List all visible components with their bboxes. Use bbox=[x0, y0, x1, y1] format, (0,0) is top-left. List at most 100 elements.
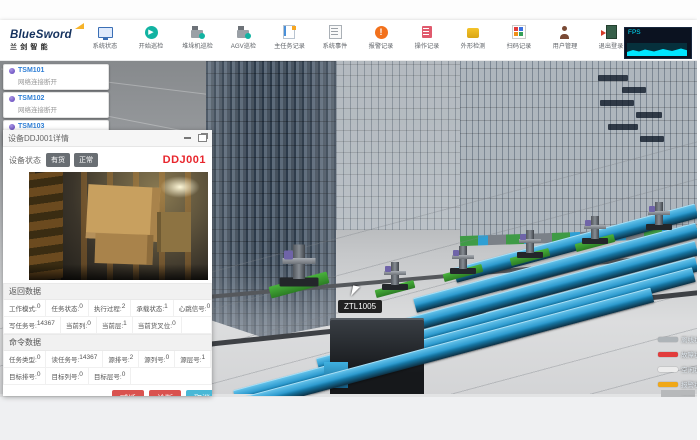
toolbar-label: 系统状态 bbox=[93, 42, 118, 51]
data-cell: 任务类型0 bbox=[4, 351, 46, 367]
agv-patrol-icon bbox=[236, 25, 251, 39]
device-dot-icon bbox=[9, 68, 15, 74]
status-legend: 离线状态 故障状态 空闲状态 报警状态 运行状态 bbox=[658, 334, 697, 396]
data-row: 目标排号0 目标列号0 目标层号0 bbox=[3, 368, 212, 385]
stacker-crane[interactable] bbox=[382, 256, 408, 290]
toolbar-label: 用户管理 bbox=[553, 42, 578, 51]
legend-row: 运行状态 bbox=[658, 394, 697, 396]
toolbar-item-logout[interactable]: 退出登录 bbox=[594, 25, 628, 51]
rack-label-chip bbox=[640, 136, 664, 142]
toolbar-item-task-records[interactable]: 主任务记录 bbox=[272, 25, 306, 51]
announce-button[interactable]: 喊话 bbox=[112, 390, 144, 396]
data-cell: 工作模式0 bbox=[4, 300, 46, 316]
toolbar-label: 操作记录 bbox=[415, 42, 440, 51]
alert-card[interactable]: TSM101 网络连接断开 bbox=[3, 64, 109, 90]
top-toolbar: BlueSword 兰剑智能 系统状态 ▶ 开始巡检 堆垛机巡检 bbox=[0, 20, 697, 61]
rack-label-chip bbox=[636, 112, 662, 118]
restore-icon[interactable] bbox=[198, 134, 207, 142]
device-dot-icon bbox=[9, 96, 15, 102]
data-cell: 目标层号0 bbox=[89, 368, 131, 384]
start-patrol-icon: ▶ bbox=[144, 25, 159, 39]
operation-records-icon bbox=[420, 25, 435, 39]
legend-swatch bbox=[658, 382, 678, 387]
data-cell-filler bbox=[131, 368, 211, 384]
brand-title: BlueSword bbox=[10, 30, 72, 42]
data-cell: 心跳信号0 bbox=[174, 300, 212, 316]
alert-device-id: TSM102 bbox=[18, 95, 44, 102]
data-cell: 当前货叉位0 bbox=[133, 317, 182, 333]
screenshot-canvas: BlueSword 兰剑智能 系统状态 ▶ 开始巡检 堆垛机巡检 bbox=[0, 0, 700, 440]
toolbar-label: AGV巡检 bbox=[230, 42, 255, 51]
panel-title: 设备DDJ001详情 bbox=[8, 133, 69, 144]
section-header-command-data: 命令数据 bbox=[3, 334, 212, 351]
device-camera-image bbox=[29, 172, 208, 280]
toolbar-item-shape-detection[interactable]: 外形检测 bbox=[456, 25, 490, 51]
panel-actions: 喊话 诊断 取消 bbox=[3, 385, 212, 396]
stacker-crane[interactable] bbox=[582, 210, 608, 244]
minimize-icon[interactable] bbox=[184, 137, 191, 139]
data-cell: 读任务号14367 bbox=[46, 351, 103, 367]
toolbar-items: 系统状态 ▶ 开始巡检 堆垛机巡检 AGV巡检 主任务记录 bbox=[88, 25, 628, 51]
toolbar-item-scan-records[interactable]: 扫码记录 bbox=[502, 25, 536, 51]
device-id: DDJ001 bbox=[163, 154, 206, 166]
desktop-background bbox=[0, 397, 700, 440]
brand-subtitle: 兰剑智能 bbox=[10, 44, 80, 51]
stacker-crane-hovered[interactable] bbox=[280, 236, 319, 287]
fps-label: FPS bbox=[625, 28, 691, 37]
data-row: 写任务号14367 当前列0 当前层1 当前货叉位0 bbox=[3, 317, 212, 334]
stacker-crane[interactable] bbox=[450, 240, 476, 274]
toolbar-label: 堆垛机巡检 bbox=[182, 42, 213, 51]
device-status-row: 设备状态 有货 正常 DDJ001 bbox=[3, 147, 212, 171]
photo-box bbox=[157, 212, 191, 252]
stacker-crane[interactable] bbox=[517, 224, 543, 258]
legend-row: 空闲状态 bbox=[658, 364, 697, 374]
fps-stats-panel[interactable]: FPS bbox=[624, 27, 692, 59]
data-row: 工作模式0 任务状态0 执行过程2 承载状态1 心跳信号0 bbox=[3, 300, 212, 317]
data-cell: 任务状态0 bbox=[46, 300, 88, 316]
toolbar-label: 系统事件 bbox=[323, 42, 348, 51]
app-window: BlueSword 兰剑智能 系统状态 ▶ 开始巡检 堆垛机巡检 bbox=[0, 20, 697, 397]
status-label: 设备状态 bbox=[9, 155, 41, 166]
stacker-crane[interactable] bbox=[646, 196, 672, 230]
data-cell: 源层号1 bbox=[175, 351, 211, 367]
data-cell: 目标排号0 bbox=[4, 368, 46, 384]
status-badge-load: 有货 bbox=[46, 153, 70, 167]
rack-label-chip bbox=[608, 124, 638, 130]
diagnose-button[interactable]: 诊断 bbox=[149, 390, 181, 396]
data-row: 任务类型0 读任务号14367 源排号2 源列号0 源层号1 bbox=[3, 351, 212, 368]
brand-logo: BlueSword 兰剑智能 bbox=[10, 26, 80, 51]
data-cell-filler bbox=[182, 317, 211, 333]
section-header-return-data: 返回数据 bbox=[3, 283, 212, 300]
toolbar-item-alarm-records[interactable]: ! 报警记录 bbox=[364, 25, 398, 51]
fps-graph bbox=[627, 43, 687, 56]
toolbar-item-operation-records[interactable]: 操作记录 bbox=[410, 25, 444, 51]
task-records-icon bbox=[282, 25, 297, 39]
panel-titlebar: 设备DDJ001详情 bbox=[3, 130, 212, 147]
alert-device-id: TSM103 bbox=[18, 123, 44, 130]
legend-label: 空闲状态 bbox=[681, 364, 697, 374]
toolbar-item-user-management[interactable]: 用户管理 bbox=[548, 25, 582, 51]
data-cell: 执行过程2 bbox=[89, 300, 131, 316]
legend-swatch bbox=[658, 352, 678, 357]
toolbar-item-start-patrol[interactable]: ▶ 开始巡检 bbox=[134, 25, 168, 51]
scan-records-icon bbox=[512, 25, 527, 39]
alert-card[interactable]: TSM102 网络连接断开 bbox=[3, 92, 109, 118]
legend-swatch bbox=[658, 367, 678, 372]
brand-accent-icon bbox=[75, 23, 84, 29]
system-events-icon bbox=[328, 25, 343, 39]
toolbar-label: 主任务记录 bbox=[274, 42, 305, 51]
toolbar-item-system-status[interactable]: 系统状态 bbox=[88, 25, 122, 51]
system-status-icon bbox=[98, 25, 113, 39]
legend-label: 故障状态 bbox=[681, 349, 697, 359]
toolbar-item-system-events[interactable]: 系统事件 bbox=[318, 25, 352, 51]
data-cell: 源排号2 bbox=[103, 351, 139, 367]
legend-label: 离线状态 bbox=[681, 334, 697, 344]
toolbar-item-agv-patrol[interactable]: AGV巡检 bbox=[226, 25, 260, 51]
status-badge-health: 正常 bbox=[74, 153, 98, 167]
shape-detection-icon bbox=[466, 25, 481, 39]
cancel-button[interactable]: 取消 bbox=[186, 390, 212, 396]
legend-row: 故障状态 bbox=[658, 349, 697, 359]
data-cell: 当前列0 bbox=[61, 317, 97, 333]
toolbar-item-stacker-patrol[interactable]: 堆垛机巡检 bbox=[180, 25, 214, 51]
data-cell: 源列号0 bbox=[139, 351, 175, 367]
